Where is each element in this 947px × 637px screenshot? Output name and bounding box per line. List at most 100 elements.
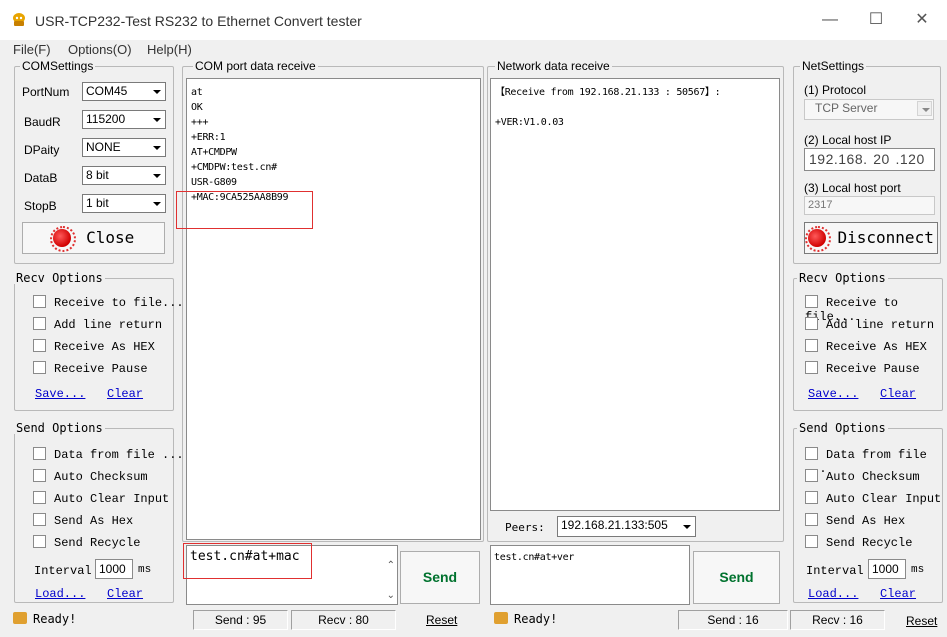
right-recv-hex-checkbox[interactable]: Receive As HEX [805, 339, 927, 354]
left-send-hex-checkbox[interactable]: Send As Hex [33, 513, 133, 528]
menu-options[interactable]: Options(O) [68, 42, 132, 57]
peers-value: 192.168.21.133:505 [561, 518, 668, 532]
left-auto-clear-checkbox[interactable]: Auto Clear Input [33, 491, 169, 506]
left-data-from-file-checkbox[interactable]: Data from file ... [33, 447, 184, 462]
ip-octet[interactable]: 120 [900, 151, 925, 167]
close-icon[interactable]: ✕ [899, 6, 945, 34]
right-save-link[interactable]: Save... [808, 387, 858, 401]
right-send-clear-link[interactable]: Clear [880, 587, 916, 601]
peers-select[interactable]: 192.168.21.133:505 [557, 516, 696, 537]
ip-octet[interactable]: 192 [809, 151, 834, 167]
menu-bar: File(F) Options(O) Help(H) [0, 40, 947, 60]
right-status: Ready! [494, 612, 557, 626]
scroll-down-icon[interactable]: ⌄ [387, 590, 395, 601]
net-send-text: test.cn#at+ver [494, 552, 575, 563]
left-reset-button[interactable]: Reset [426, 613, 457, 627]
net-receive-title: Network data receive [495, 59, 612, 73]
checkbox-icon [805, 317, 818, 330]
left-send-clear-link[interactable]: Clear [107, 587, 143, 601]
peers-label: Peers: [505, 521, 545, 534]
left-recv-to-file-checkbox[interactable]: Receive to file... [33, 295, 184, 310]
checkbox-icon [33, 447, 46, 460]
local-ip-input[interactable]: 192.168. 20.120 [804, 148, 935, 171]
scroll-up-icon[interactable]: ⌃ [387, 560, 395, 571]
window-title: USR-TCP232-Test RS232 to Ethernet Conver… [35, 13, 362, 29]
right-recv-options-title: Recv Options [797, 271, 888, 285]
left-recv-hex-checkbox[interactable]: Receive As HEX [33, 339, 155, 354]
chevron-down-icon [917, 101, 932, 116]
protocol-select[interactable]: TCP Server [804, 99, 934, 120]
left-auto-checksum-checkbox[interactable]: Auto Checksum [33, 469, 148, 484]
databits-select[interactable]: 8 bit [82, 166, 166, 185]
left-recv-options-title: Recv Options [14, 271, 105, 285]
right-load-link[interactable]: Load... [808, 587, 858, 601]
left-send-options-title: Send Options [14, 421, 105, 435]
left-save-link[interactable]: Save... [35, 387, 85, 401]
stopbits-label: StopB [24, 199, 57, 213]
com-send-button[interactable]: Send [400, 551, 480, 604]
right-reset-button[interactable]: Reset [906, 614, 937, 628]
net-receive-line: +VER:V1.0.03 [495, 117, 564, 128]
left-add-line-return-checkbox[interactable]: Add line return [33, 317, 162, 332]
checkbox-label: Send Recycle [826, 536, 913, 550]
net-settings-title: NetSettings [800, 59, 867, 73]
right-auto-checksum-checkbox[interactable]: Auto Checksum [805, 469, 920, 484]
parity-select[interactable]: NONE [82, 138, 166, 157]
right-auto-clear-checkbox[interactable]: Auto Clear Input [805, 491, 941, 506]
port-select[interactable]: COM45 [82, 82, 166, 101]
left-send-recycle-checkbox[interactable]: Send Recycle [33, 535, 140, 550]
checkbox-icon [33, 339, 46, 352]
checkbox-icon [33, 295, 46, 308]
com-receive-title: COM port data receive [193, 59, 318, 73]
com-receive-pane[interactable]: at OK +++ +ERR:1 AT+CMDPW +CMDPW:test.cn… [186, 78, 481, 540]
right-add-line-return-checkbox[interactable]: Add line return [805, 317, 934, 332]
checkbox-icon [805, 361, 818, 374]
baud-value: 115200 [86, 112, 126, 126]
right-recv-pause-checkbox[interactable]: Receive Pause [805, 361, 920, 376]
checkbox-label: Receive Pause [54, 362, 148, 376]
protocol-label: (1) Protocol [804, 83, 867, 97]
checkbox-icon [33, 513, 46, 526]
checkbox-label: Auto Checksum [826, 470, 920, 484]
minimize-icon[interactable]: — [807, 6, 853, 34]
right-send-hex-checkbox[interactable]: Send As Hex [805, 513, 905, 528]
net-send-input[interactable]: test.cn#at+ver [490, 545, 690, 605]
net-receive-line [495, 100, 775, 115]
com-receive-line: +++ [191, 117, 209, 128]
maximize-icon[interactable]: ☐ [853, 6, 899, 34]
right-interval-input[interactable]: 1000 [868, 559, 906, 579]
menu-help[interactable]: Help(H) [147, 42, 192, 57]
net-send-button[interactable]: Send [693, 551, 780, 604]
right-recv-count: Recv : 16 [790, 610, 885, 630]
left-recv-count: Recv : 80 [291, 610, 396, 630]
net-receive-pane[interactable]: 【Receive from 192.168.21.133 : 50567】: +… [490, 78, 780, 511]
com-receive-line: +ERR:1 [191, 132, 226, 143]
checkbox-label: Auto Clear Input [54, 492, 170, 506]
close-port-button[interactable]: Close [22, 222, 165, 254]
stopbits-value: 1 bit [86, 196, 109, 210]
checkbox-icon [33, 535, 46, 548]
right-send-options-title: Send Options [797, 421, 888, 435]
ip-octet[interactable]: 20 [868, 151, 896, 167]
left-recv-clear-link[interactable]: Clear [107, 387, 143, 401]
checkbox-label: Receive to file... [54, 296, 184, 310]
right-interval-label: Interval [806, 564, 864, 578]
ip-octet[interactable]: 168 [838, 151, 863, 167]
menu-file[interactable]: File(F) [13, 42, 51, 57]
right-send-recycle-checkbox[interactable]: Send Recycle [805, 535, 912, 550]
checkbox-label: Receive As HEX [54, 340, 155, 354]
checkbox-icon [33, 491, 46, 504]
local-port-input[interactable]: 2317 [804, 196, 935, 215]
baud-select[interactable]: 115200 [82, 110, 166, 129]
left-load-link[interactable]: Load... [35, 587, 85, 601]
left-recv-pause-checkbox[interactable]: Receive Pause [33, 361, 148, 376]
left-interval-input[interactable]: 1000 [95, 559, 133, 579]
right-recv-clear-link[interactable]: Clear [880, 387, 916, 401]
disconnect-button[interactable]: Disconnect [804, 222, 938, 254]
protocol-value: TCP Server [815, 101, 878, 115]
checkbox-icon [805, 535, 818, 548]
app-icon [13, 13, 25, 26]
checkbox-label: Add line return [54, 318, 163, 332]
chevron-down-icon [679, 519, 694, 534]
stopbits-select[interactable]: 1 bit [82, 194, 166, 213]
